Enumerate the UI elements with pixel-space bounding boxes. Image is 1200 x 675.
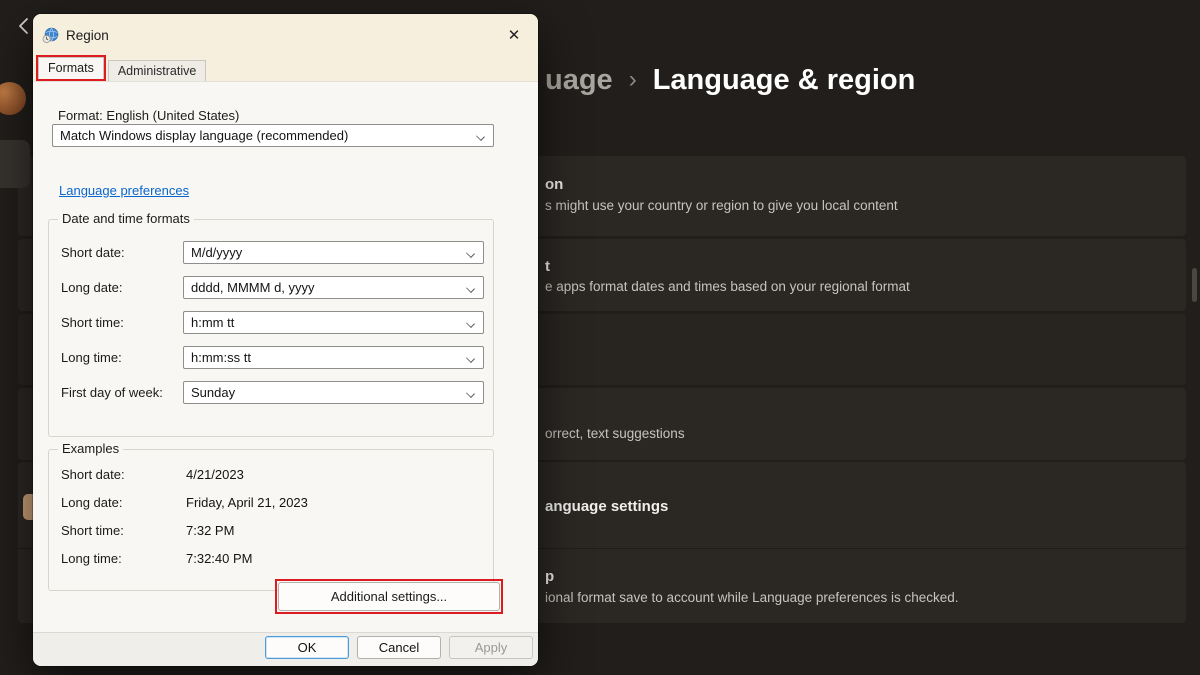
additional-settings-highlight: Additional settings... [275, 579, 503, 614]
short-date-value: M/d/yyyy [191, 245, 242, 260]
long-time-select[interactable]: h:mm:ss tt [183, 346, 484, 369]
additional-settings-button[interactable]: Additional settings... [278, 582, 500, 611]
group-legend: Examples [58, 441, 123, 456]
example-short-time-value: 7:32 PM [186, 523, 234, 538]
example-short-date-value: 4/21/2023 [186, 467, 244, 482]
breadcrumb: uage › Language & region [545, 64, 915, 97]
chevron-down-icon [476, 132, 485, 141]
example-short-time-label: Short time: [61, 523, 124, 538]
chevron-down-icon [466, 284, 475, 293]
first-day-label: First day of week: [61, 385, 163, 400]
tab-administrative[interactable]: Administrative [108, 60, 207, 81]
short-time-label: Short time: [61, 315, 124, 330]
row-title: p [545, 568, 554, 585]
cancel-button[interactable]: Cancel [357, 636, 441, 659]
group-legend: Date and time formats [58, 211, 194, 226]
chevron-down-icon [466, 249, 475, 258]
long-time-value: h:mm:ss tt [191, 350, 251, 365]
row-description: ional format save to account while Langu… [545, 590, 959, 605]
first-day-value: Sunday [191, 385, 235, 400]
tab-strip: Formats Administrative [33, 56, 538, 82]
tab-formats[interactable]: Formats [38, 57, 104, 79]
long-time-label: Long time: [61, 350, 122, 365]
example-long-time-value: 7:32:40 PM [186, 551, 253, 566]
breadcrumb-parent[interactable]: uage [545, 64, 613, 97]
region-dialog: Region ✕ Formats Administrative Format: … [33, 14, 538, 666]
format-select[interactable]: Match Windows display language (recommen… [52, 124, 494, 147]
scrollbar-thumb[interactable] [1192, 268, 1197, 302]
short-time-select[interactable]: h:mm tt [183, 311, 484, 334]
example-long-time-label: Long time: [61, 551, 122, 566]
dialog-titlebar[interactable]: Region ✕ [33, 14, 538, 56]
short-date-label: Short date: [61, 245, 125, 260]
date-time-formats-group: Date and time formats Short date: M/d/yy… [48, 219, 494, 437]
page-title: Language & region [653, 64, 916, 97]
apply-button[interactable]: Apply [449, 636, 533, 659]
related-item-language-settings[interactable]: anguage settings [545, 498, 668, 515]
breadcrumb-separator-icon: › [629, 66, 637, 94]
long-date-label: Long date: [61, 280, 122, 295]
long-date-value: dddd, MMMM d, yyyy [191, 280, 315, 295]
user-avatar[interactable] [0, 82, 26, 115]
example-long-date-label: Long date: [61, 495, 122, 510]
example-long-date-value: Friday, April 21, 2023 [186, 495, 308, 510]
short-date-select[interactable]: M/d/yyyy [183, 241, 484, 264]
formats-tab-highlight: Formats [36, 55, 106, 81]
first-day-select[interactable]: Sunday [183, 381, 484, 404]
chevron-down-icon [466, 389, 475, 398]
close-icon[interactable]: ✕ [500, 22, 528, 48]
row-description: e apps format dates and times based on y… [545, 279, 910, 294]
row-title: on [545, 176, 563, 193]
row-title: t [545, 258, 550, 275]
short-time-value: h:mm tt [191, 315, 234, 330]
examples-group: Examples Short date: 4/21/2023 Long date… [48, 449, 494, 591]
settings-window: uage › Language & region on s might use … [0, 0, 1200, 675]
dialog-content: Format: English (United States) Match Wi… [33, 82, 538, 632]
format-select-value: Match Windows display language (recommen… [60, 128, 348, 143]
back-icon[interactable] [14, 16, 34, 36]
format-label: Format: English (United States) [58, 108, 239, 123]
region-globe-icon [42, 27, 59, 44]
sidebar-selected-item[interactable] [0, 140, 30, 188]
row-description: orrect, text suggestions [545, 426, 685, 441]
chevron-down-icon [466, 319, 475, 328]
language-preferences-link[interactable]: Language preferences [59, 183, 189, 198]
long-date-select[interactable]: dddd, MMMM d, yyyy [183, 276, 484, 299]
dialog-title: Region [66, 28, 109, 43]
row-description: s might use your country or region to gi… [545, 198, 898, 213]
example-short-date-label: Short date: [61, 467, 125, 482]
dialog-footer: OK Cancel Apply [33, 632, 538, 666]
ok-button[interactable]: OK [265, 636, 349, 659]
chevron-down-icon [466, 354, 475, 363]
